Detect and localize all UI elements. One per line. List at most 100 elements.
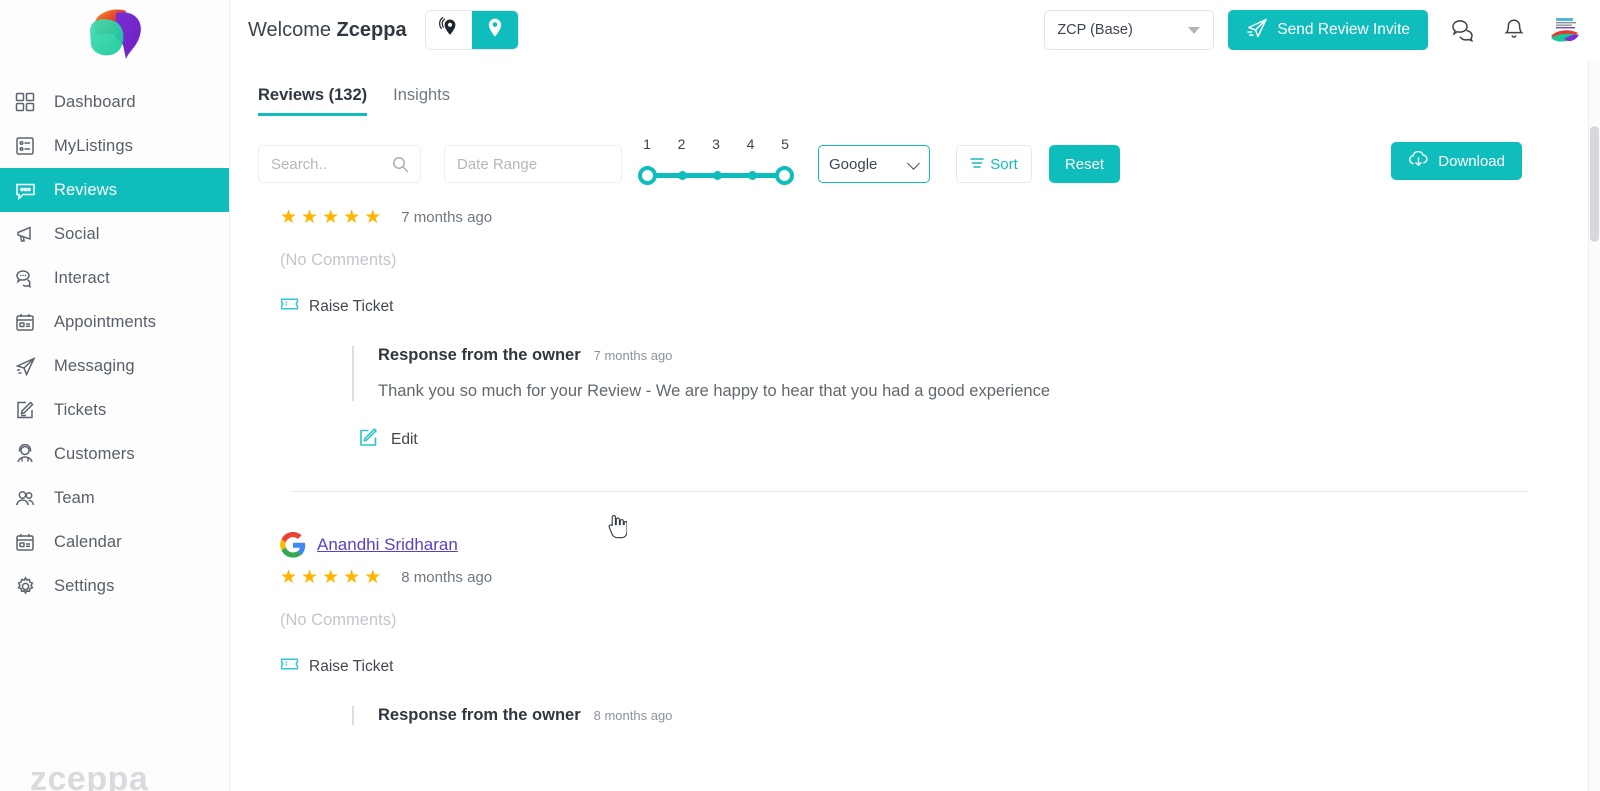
- vertical-scrollbar-track[interactable]: [1588, 60, 1600, 791]
- rating-slider-stop-2: [678, 170, 687, 180]
- main-area: Welcome Zceppa ZCP (Base) Send Review In…: [230, 0, 1600, 791]
- rating-tick: 3: [712, 136, 720, 152]
- rating-tick: 5: [781, 136, 789, 152]
- reset-button[interactable]: Reset: [1049, 145, 1120, 183]
- star-icon: ★: [343, 567, 361, 588]
- google-logo-icon: [280, 531, 306, 558]
- date-range-input[interactable]: Date Range: [444, 145, 622, 183]
- welcome-text: Welcome Zceppa: [248, 19, 407, 42]
- review-item: Anandhi Sridharan ★ ★ ★ ★ ★ 8 months ago…: [280, 531, 1600, 725]
- sidebar-item-dashboard[interactable]: Dashboard: [0, 80, 229, 124]
- single-location-pin-icon: [485, 17, 505, 44]
- sidebar-item-messaging[interactable]: Messaging: [0, 344, 229, 388]
- reviewer-name-link[interactable]: Anandhi Sridharan: [317, 535, 458, 555]
- sidebar-item-mylistings[interactable]: MyListings: [0, 124, 229, 168]
- gear-icon: [12, 573, 38, 599]
- raise-ticket-label: Raise Ticket: [309, 657, 394, 675]
- rating-slider-stop-3: [713, 170, 722, 180]
- sidebar-item-team[interactable]: Team: [0, 476, 229, 520]
- user-avatar[interactable]: [1548, 17, 1579, 43]
- star-icon: ★: [280, 207, 298, 228]
- star-rating: ★ ★ ★ ★ ★: [280, 208, 381, 227]
- sidebar-item-label: Customers: [54, 444, 135, 463]
- rating-range-slider[interactable]: 1 2 3 4 5: [638, 136, 808, 192]
- account-select-wrap: ZCP (Base): [1044, 10, 1215, 50]
- review-divider: [292, 491, 1528, 492]
- source-select-value: Google: [829, 155, 878, 173]
- review-rating-row: ★ ★ ★ ★ ★ 8 months ago: [280, 568, 1600, 587]
- search-icon: [392, 156, 409, 177]
- sidebar-item-customers[interactable]: Customers: [0, 432, 229, 476]
- calendar-icon: [12, 529, 38, 555]
- sidebar-item-tickets[interactable]: Tickets: [0, 388, 229, 432]
- sidebar-item-reviews[interactable]: Reviews: [0, 168, 229, 212]
- notification-bell-icon[interactable]: [1500, 16, 1528, 44]
- review-header: Anandhi Sridharan: [280, 531, 1600, 558]
- send-review-invite-label: Send Review Invite: [1277, 21, 1410, 38]
- tab-reviews[interactable]: Reviews (132): [258, 86, 368, 116]
- edit-response-label: Edit: [391, 431, 418, 448]
- sidebar-item-label: Settings: [54, 576, 115, 595]
- paper-plane-icon: [12, 353, 38, 379]
- sort-button[interactable]: Sort: [956, 145, 1032, 183]
- account-select-value: ZCP (Base): [1057, 22, 1133, 38]
- welcome-prefix: Welcome: [248, 18, 337, 41]
- sidebar: Dashboard MyListings Reviews Social Inte…: [0, 0, 230, 791]
- sidebar-item-label: Dashboard: [54, 92, 136, 111]
- send-review-invite-button[interactable]: Send Review Invite: [1228, 10, 1428, 50]
- sidebar-watermark: zceppa: [30, 760, 149, 791]
- sidebar-item-calendar[interactable]: Calendar: [0, 520, 229, 564]
- rating-slider-handle-max[interactable]: [775, 166, 794, 185]
- edit-response-button[interactable]: Edit: [358, 427, 1600, 453]
- rating-slider-handle-min[interactable]: [638, 166, 657, 185]
- paper-plane-icon: [1246, 17, 1268, 44]
- vertical-scrollbar-thumb[interactable]: [1590, 126, 1599, 242]
- sidebar-item-label: Interact: [54, 268, 110, 287]
- chat-icon[interactable]: [1450, 16, 1478, 44]
- source-select[interactable]: Google: [818, 145, 930, 183]
- review-item: ★ ★ ★ ★ ★ 7 months ago (No Comments) Rai…: [280, 208, 1600, 492]
- rating-slider-ticks: 1 2 3 4 5: [640, 136, 792, 152]
- sidebar-item-label: Calendar: [54, 532, 122, 551]
- star-rating: ★ ★ ★ ★ ★: [280, 568, 381, 587]
- sidebar-item-settings[interactable]: Settings: [0, 564, 229, 608]
- raise-ticket-button[interactable]: Raise Ticket: [280, 297, 1600, 316]
- tab-insights[interactable]: Insights: [393, 86, 450, 116]
- owner-response-header: Response from the owner 8 months ago: [378, 706, 1600, 725]
- owner-response-text: Thank you so much for your Review - We a…: [378, 382, 1050, 400]
- raise-ticket-button[interactable]: Raise Ticket: [280, 657, 1600, 676]
- rating-slider-stop-4: [748, 170, 757, 180]
- sidebar-item-label: Team: [54, 488, 95, 507]
- sort-button-label: Sort: [990, 155, 1018, 173]
- rating-tick: 2: [677, 136, 686, 152]
- multi-location-button[interactable]: [425, 11, 472, 49]
- star-icon: ★: [364, 207, 382, 228]
- content-area: Reviews (132) Insights Search.. Date Ran…: [230, 60, 1600, 791]
- app-logo[interactable]: [0, 0, 229, 70]
- star-icon: ★: [301, 207, 319, 228]
- raise-ticket-label: Raise Ticket: [309, 297, 394, 315]
- search-input[interactable]: Search..: [258, 145, 421, 183]
- ticket-icon: [280, 297, 299, 316]
- star-icon: ★: [364, 567, 382, 588]
- single-location-button[interactable]: [471, 11, 518, 49]
- sort-lines-icon: [970, 156, 985, 173]
- sidebar-item-label: Appointments: [54, 312, 157, 331]
- review-timestamp: 7 months ago: [401, 209, 493, 226]
- rating-slider-track: [638, 166, 794, 185]
- chevron-down-icon: [907, 157, 920, 170]
- sidebar-item-appointments[interactable]: Appointments: [0, 300, 229, 344]
- sidebar-item-label: MyListings: [54, 136, 133, 155]
- star-icon: ★: [322, 207, 340, 228]
- sidebar-item-label: Messaging: [54, 356, 135, 375]
- filter-bar: Search.. Date Range 1 2 3 4 5 Google Sor…: [250, 116, 1600, 186]
- multi-location-pin-icon: [437, 16, 460, 44]
- top-bar: Welcome Zceppa ZCP (Base) Send Review In…: [230, 0, 1600, 60]
- caret-down-icon: [1188, 27, 1201, 34]
- edit-note-icon: [12, 397, 38, 423]
- tab-bar: Reviews (132) Insights: [250, 60, 1600, 116]
- sidebar-item-social[interactable]: Social: [0, 212, 229, 256]
- download-button[interactable]: Download: [1391, 142, 1522, 180]
- cloud-download-icon: [1408, 150, 1429, 172]
- sidebar-item-interact[interactable]: Interact: [0, 256, 229, 300]
